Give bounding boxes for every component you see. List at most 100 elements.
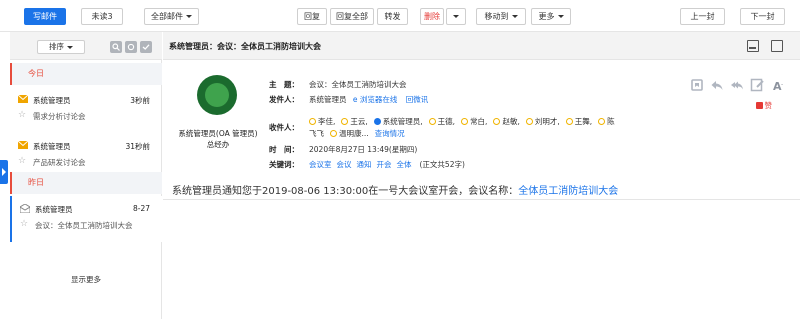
group-today-label: 今日: [10, 63, 162, 85]
mail-action-icons: A-: [690, 78, 800, 94]
user-icon: [341, 118, 349, 125]
sort-dropdown[interactable]: 排序: [37, 40, 85, 54]
user-icon: [525, 118, 533, 125]
layout-split-icon[interactable]: [747, 40, 759, 52]
mail-detail-panel: 系统管理员：会议：全体员工消防培训大会 系统管理员(OA 管理员) 总经办 主 …: [163, 32, 800, 319]
sort-label: 排序: [49, 42, 64, 51]
user-icon: [330, 130, 337, 137]
recipient[interactable]: 刘明才,: [525, 116, 560, 127]
unread-envelope-icon: [18, 95, 28, 103]
mail-subject: 会议：全体员工消防培训大会: [35, 221, 133, 230]
more-label: 更多: [538, 12, 555, 21]
mail-body: 系统管理员通知您于2019-08-06 13:30:00在一号大会议室开会，会议…: [172, 182, 618, 197]
recipient[interactable]: 陈: [598, 116, 615, 127]
collapse-sidebar-handle[interactable]: [0, 160, 8, 184]
sender-card-dept: 总经办: [206, 140, 230, 149]
reply-all-button[interactable]: 回复全部: [330, 8, 374, 25]
mail-sender: 系统管理员: [33, 142, 71, 151]
mail-sender: 系统管理员: [35, 205, 73, 214]
read-envelope-icon: [20, 204, 30, 213]
refresh-icon[interactable]: [125, 41, 137, 53]
thumbs-up-icon: [755, 102, 763, 109]
search-icon[interactable]: [110, 41, 122, 53]
more-dropdown[interactable]: 更多: [531, 8, 571, 25]
star-icon[interactable]: ☆: [18, 111, 26, 120]
unread-envelope-icon: [18, 141, 28, 149]
delete-button[interactable]: 删除: [420, 8, 444, 25]
browser-online-link[interactable]: 浏览器在线: [360, 95, 398, 104]
recipient[interactable]: 王舞,: [565, 116, 592, 127]
mail-body-text: 系统管理员通知您于2019-08-06 13:30:00在一号大会议室开会，会议…: [172, 186, 519, 197]
keyword-tag[interactable]: 开会: [377, 160, 392, 169]
user-icon: [565, 118, 573, 125]
all-mail-label: 全部邮件: [151, 12, 183, 21]
compose-button[interactable]: 写邮件: [24, 8, 66, 25]
mail-sender: 系统管理员: [33, 96, 71, 105]
user-icon: [373, 118, 381, 125]
recipient[interactable]: 温明康...: [330, 128, 369, 139]
reply-button[interactable]: 回复: [297, 8, 327, 25]
view-read-status-link[interactable]: 查询情况: [375, 129, 405, 138]
group-yesterday-label: 昨日: [10, 172, 162, 194]
star-icon[interactable]: ☆: [20, 220, 28, 229]
user-icon: [309, 118, 316, 125]
chevron-right-icon: [2, 168, 6, 176]
svg-text:-: -: [781, 81, 783, 88]
move-to-dropdown[interactable]: 移动到: [476, 8, 526, 25]
like-label: 赞: [764, 101, 773, 110]
keyword-tag[interactable]: 会议: [337, 160, 352, 169]
browser-online-icon: e: [352, 95, 358, 104]
sender-name[interactable]: 系统管理员: [309, 95, 347, 104]
recipients-label: 收件人：: [269, 123, 299, 132]
subject-bar: 系统管理员：会议：全体员工消防培训大会: [163, 32, 800, 60]
user-icon: [461, 118, 469, 125]
star-icon[interactable]: ☆: [18, 157, 26, 166]
mail-subject: 产品研发讨论会: [33, 158, 86, 167]
mail-time: 8-27: [132, 204, 150, 213]
recipient[interactable]: 系统管理员,: [373, 116, 423, 127]
recipient[interactable]: 飞飞: [309, 128, 324, 139]
recipient[interactable]: 常白,: [461, 116, 487, 127]
font-size-icon[interactable]: A-: [772, 78, 786, 92]
avatar[interactable]: [197, 75, 237, 115]
like-button[interactable]: 赞: [755, 100, 773, 111]
sender-card-name: 系统管理员(OA 管理员): [178, 129, 258, 138]
forward-button[interactable]: 转发: [377, 8, 408, 25]
wechat-reply-link[interactable]: 回微讯: [406, 95, 429, 104]
edit-icon[interactable]: [750, 78, 764, 92]
mail-list-item-selected[interactable]: 系统管理员 8-27 ☆ 会议：全体员工消防培训大会: [10, 196, 162, 242]
recipient[interactable]: 王德,: [428, 116, 455, 127]
delete-options-button[interactable]: [446, 8, 466, 25]
mail-time: 31秒前: [125, 142, 150, 151]
chevron-down-icon: [511, 15, 518, 18]
keyword-tag[interactable]: 会议室: [309, 160, 332, 169]
chevron-down-icon: [186, 15, 192, 18]
reply-all-icon[interactable]: [730, 78, 744, 92]
mail-list-item[interactable]: 系统管理员 3秒前 ☆ 需求分析讨论会: [10, 87, 162, 133]
user-icon: [598, 118, 606, 125]
subject-value: 会议：全体员工消防培训大会: [309, 80, 407, 89]
user-icon: [428, 118, 436, 125]
chevron-down-icon: [453, 15, 459, 18]
keyword-tag[interactable]: 全体: [397, 160, 412, 169]
next-mail-button[interactable]: 下一封: [740, 8, 785, 25]
sender-label: 发件人：: [269, 95, 299, 104]
prev-mail-button[interactable]: 上一封: [680, 8, 725, 25]
recipient[interactable]: 李佳,: [309, 116, 335, 127]
meeting-name-link[interactable]: 全体员工消防培训大会: [518, 186, 618, 197]
unread-filter-button[interactable]: 未读3: [81, 8, 123, 25]
reply-icon[interactable]: [710, 78, 724, 92]
layout-full-icon[interactable]: [771, 40, 783, 52]
chevron-down-icon: [557, 15, 564, 18]
keyword-tag[interactable]: 通知: [357, 160, 372, 169]
toolbar: 写邮件 未读3 全部邮件 回复 回复全部 转发 删除 移动到 更多 上一封 下一…: [0, 0, 800, 32]
recipient[interactable]: 王云,: [341, 116, 368, 127]
show-more-link[interactable]: 显示更多: [10, 274, 162, 285]
all-mail-dropdown[interactable]: 全部邮件: [144, 8, 199, 25]
recipient[interactable]: 赵敏,: [493, 116, 520, 127]
mail-header-card: 系统管理员(OA 管理员) 总经办 主 题： 会议：全体员工消防培训大会 发件人…: [163, 60, 800, 200]
bookmark-icon[interactable]: [690, 78, 704, 92]
check-all-icon[interactable]: [140, 41, 152, 53]
mail-time: 3秒前: [130, 96, 150, 105]
keywords-label: 关键词：: [269, 160, 299, 169]
